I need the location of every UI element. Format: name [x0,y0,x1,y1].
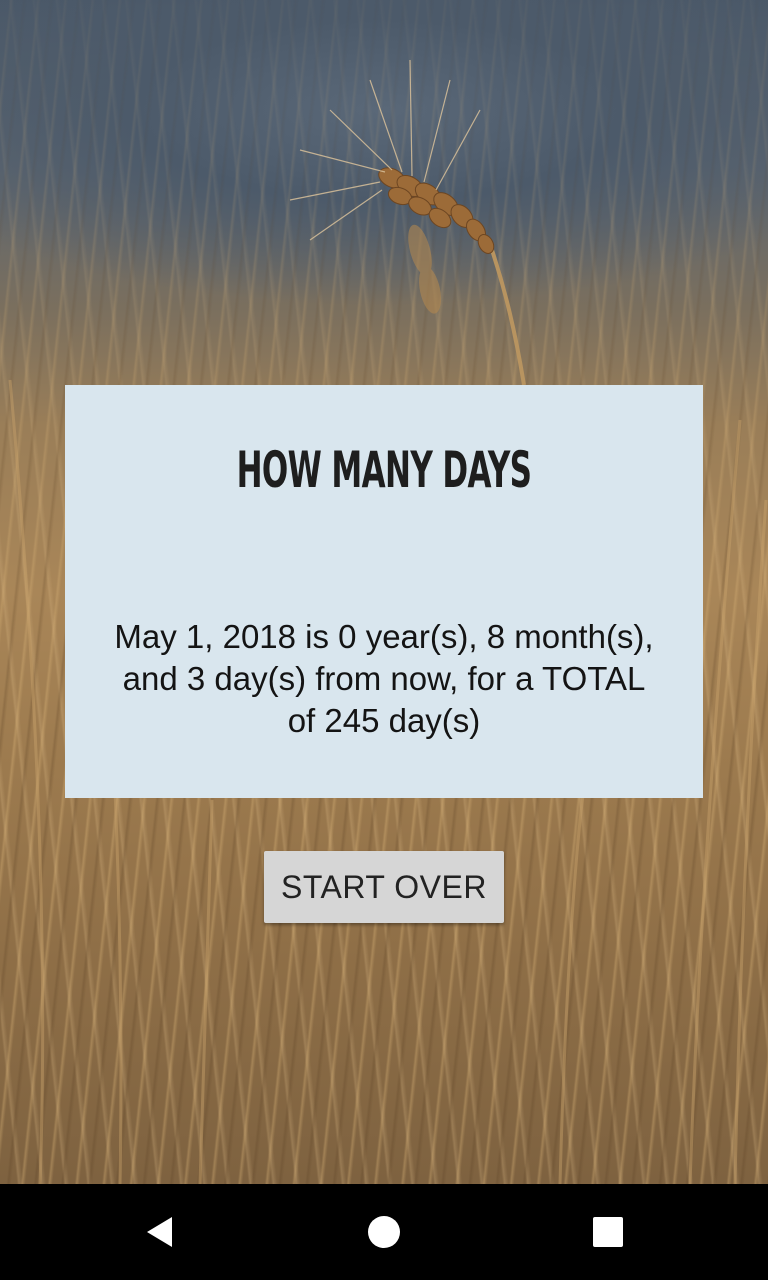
nav-back-button[interactable] [128,1200,192,1264]
result-text: May 1, 2018 is 0 year(s), 8 month(s), an… [114,618,654,739]
start-over-button[interactable]: START OVER [264,851,504,923]
navigation-bar [0,1184,768,1280]
app-title: HOW MANY DAYS [236,441,532,499]
nav-home-button[interactable] [352,1200,416,1264]
back-triangle-icon [147,1217,172,1247]
recents-square-icon [593,1217,623,1247]
nav-recents-button[interactable] [576,1200,640,1264]
app-screen: HOW MANY DAYS May 1, 2018 is 0 year(s), … [0,0,768,1280]
home-circle-icon [368,1216,400,1248]
